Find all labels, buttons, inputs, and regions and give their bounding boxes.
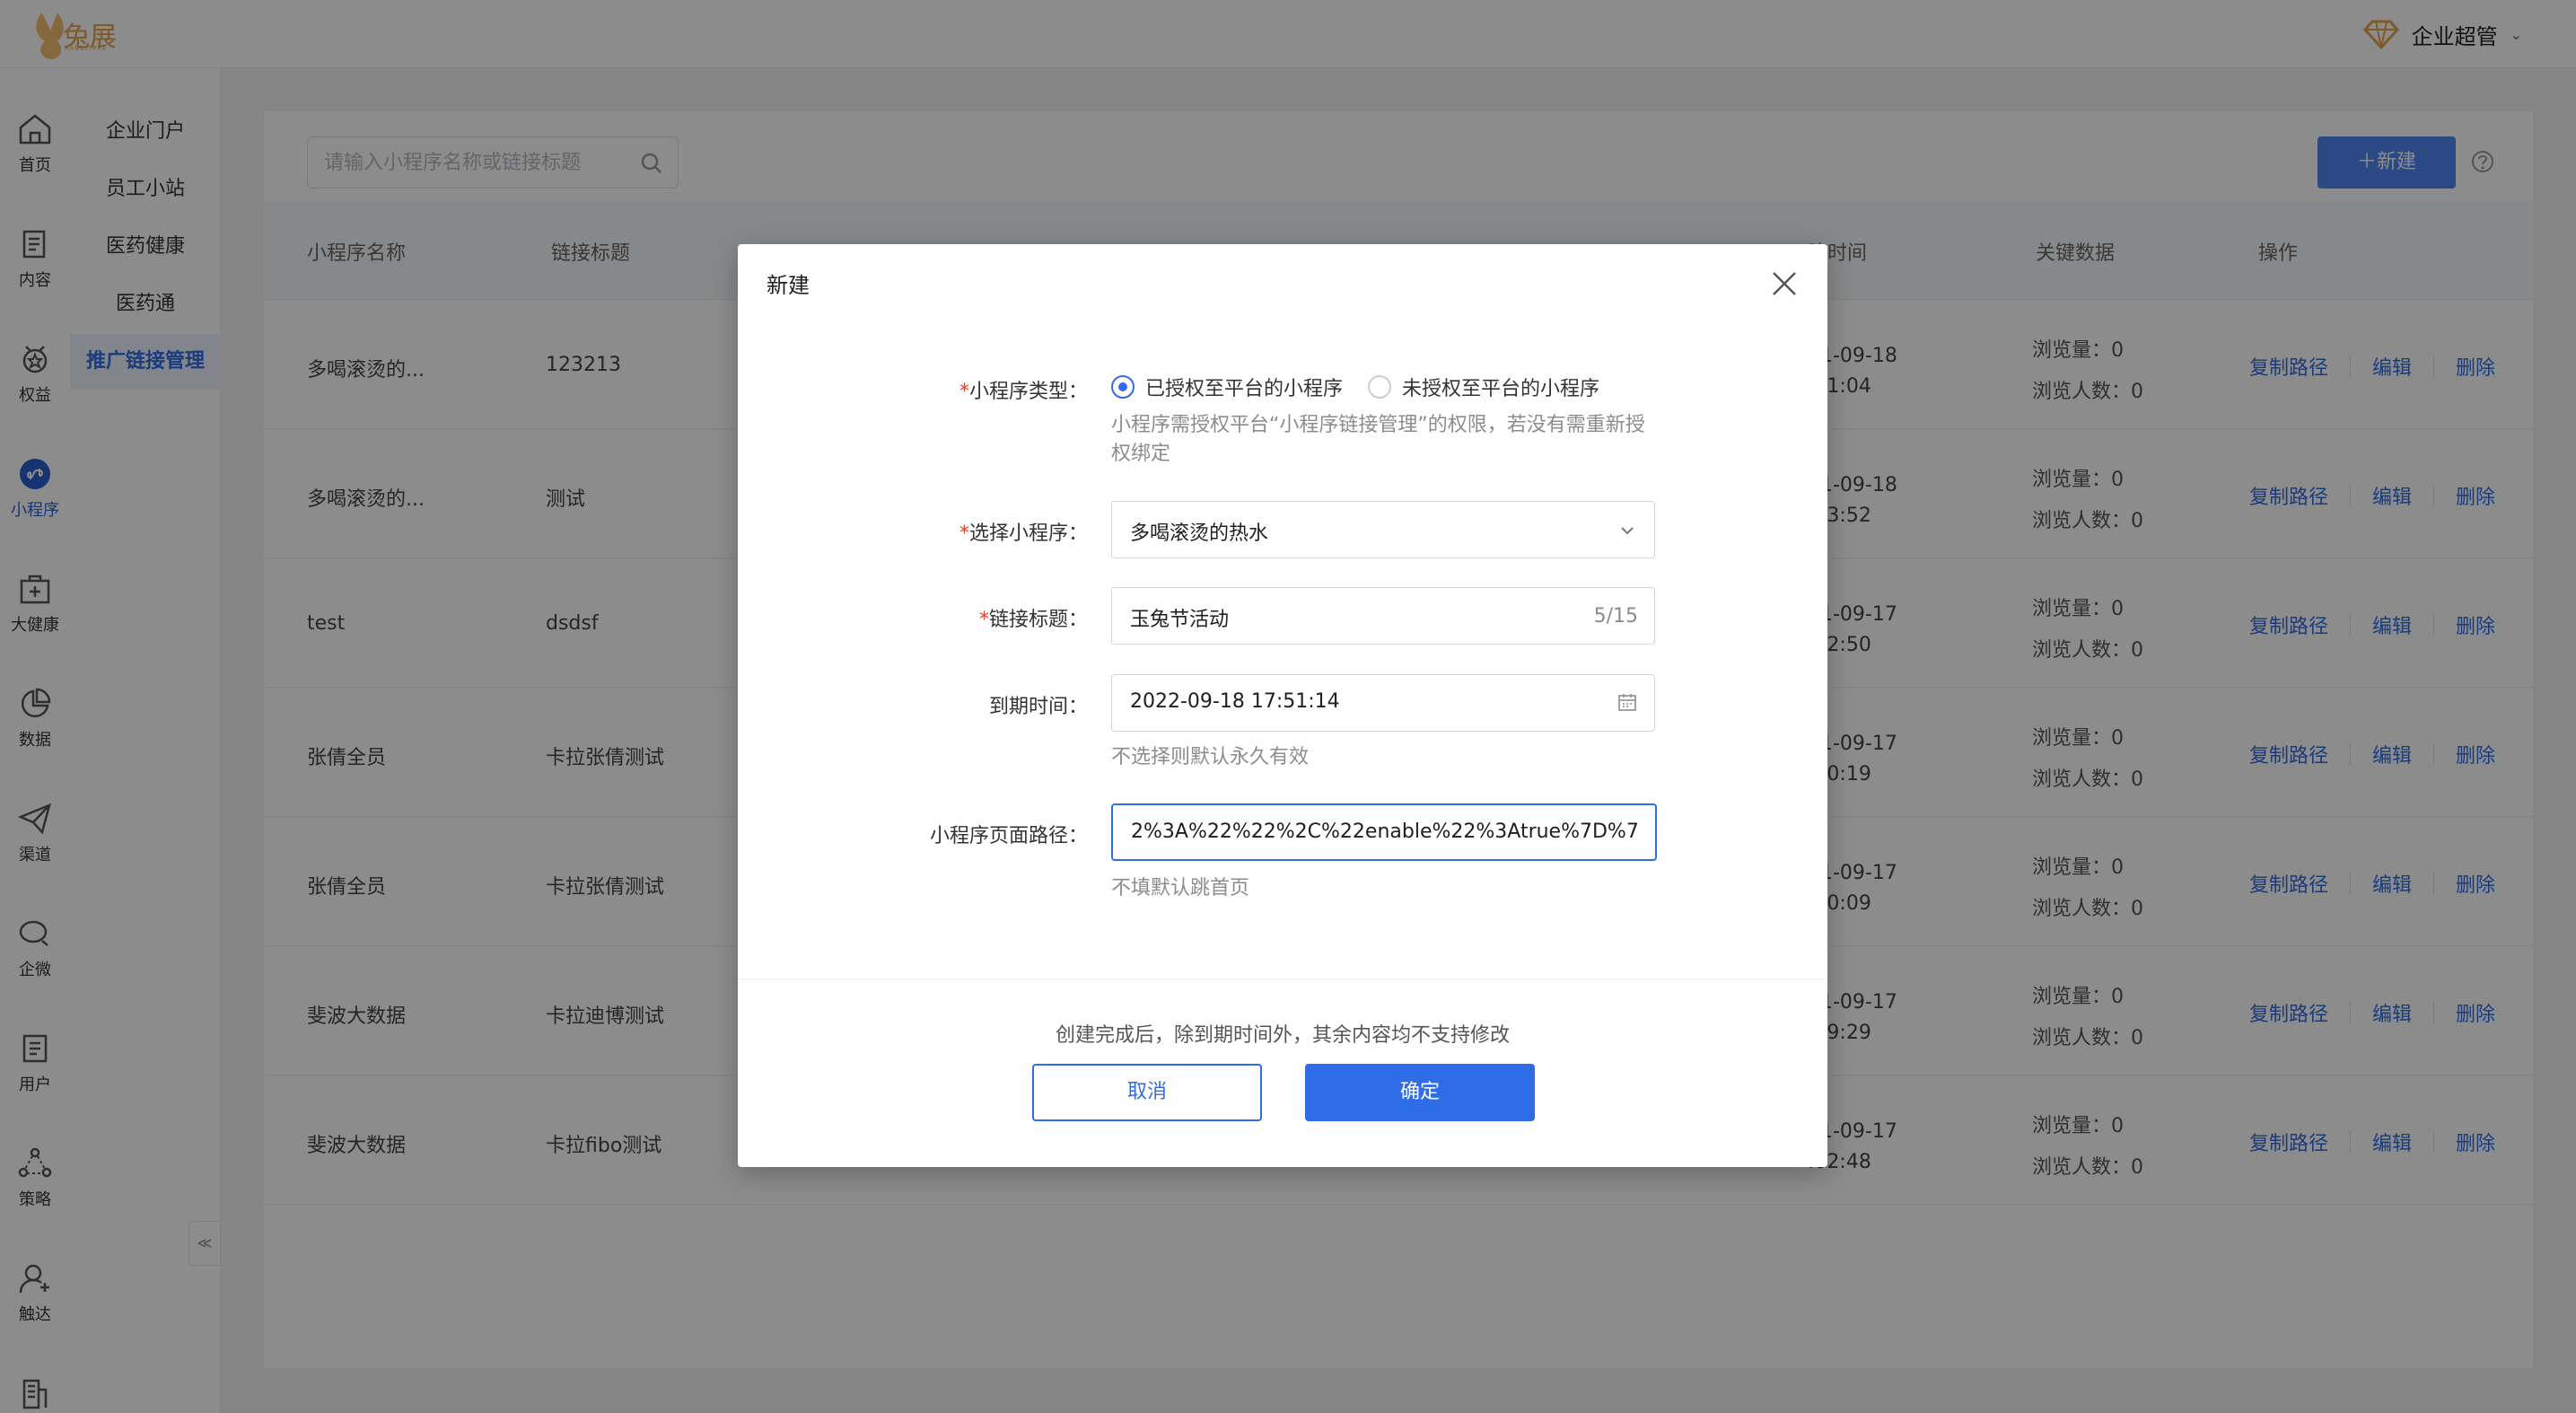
link-title-label: *链接标题： <box>978 609 1088 631</box>
select-value: 多喝滚烫的热水 <box>1130 522 1269 545</box>
confirm-button[interactable]: 确定 <box>1305 1064 1535 1121</box>
select-label: *选择小程序： <box>959 522 1088 545</box>
close-icon[interactable] <box>1768 268 1801 300</box>
calendar-icon <box>1618 694 1636 711</box>
link-title-input[interactable]: 玉兔节活动 5/15 <box>1111 587 1655 645</box>
chevron-down-icon <box>1621 527 1634 535</box>
radio-authorized-label: 已授权至平台的小程序 <box>1145 378 1344 400</box>
dialog-body: *小程序类型： 已授权至平台的小程序 未授权至平台的小程序 小程序需授权平台“小… <box>738 316 1827 980</box>
radio-checked-icon[interactable] <box>1111 375 1135 399</box>
dialog-title: 新建 <box>767 273 810 298</box>
expire-label: 到期时间： <box>988 696 1088 718</box>
radio-unchecked-icon[interactable] <box>1368 375 1392 399</box>
type-radio-group: 已授权至平台的小程序 未授权至平台的小程序 <box>1111 373 1625 401</box>
path-value: 2%3A%22%22%2C%22enable%22%3Atrue%7D%7D <box>1131 821 1641 843</box>
path-label: 小程序页面路径： <box>929 825 1088 847</box>
type-hint: 小程序需授权平台“小程序链接管理”的权限，若没有需重新授 权绑定 <box>1111 414 1645 465</box>
path-hint: 不填默认跳首页 <box>1111 877 1250 900</box>
radio-unauthorized[interactable]: 未授权至平台的小程序 <box>1368 373 1599 401</box>
miniprogram-select[interactable]: 多喝滚烫的热水 <box>1111 501 1655 558</box>
dialog-footer: 创建完成后，除到期时间外，其余内容均不支持修改 取消 确定 <box>738 979 1827 1167</box>
radio-unauthorized-label: 未授权至平台的小程序 <box>1402 378 1600 400</box>
footer-note: 创建完成后，除到期时间外，其余内容均不支持修改 <box>1055 1024 1510 1047</box>
expire-value: 2022-09-18 17:51:14 <box>1130 690 1340 713</box>
cancel-button[interactable]: 取消 <box>1032 1064 1262 1121</box>
page-path-input[interactable]: 2%3A%22%22%2C%22enable%22%3Atrue%7D%7D <box>1111 803 1657 861</box>
type-label: *小程序类型： <box>959 381 1088 403</box>
link-title-value: 玉兔节活动 <box>1130 609 1230 631</box>
expire-hint: 不选择则默认永久有效 <box>1111 746 1310 768</box>
radio-authorized[interactable]: 已授权至平台的小程序 <box>1111 373 1343 401</box>
new-link-dialog: 新建 *小程序类型： 已授权至平台的小程序 未授权至平台的小程序 小程序需授权平… <box>738 244 1827 1167</box>
expire-date-picker[interactable]: 2022-09-18 17:51:14 <box>1111 674 1655 732</box>
char-count: 5/15 <box>1593 605 1638 628</box>
